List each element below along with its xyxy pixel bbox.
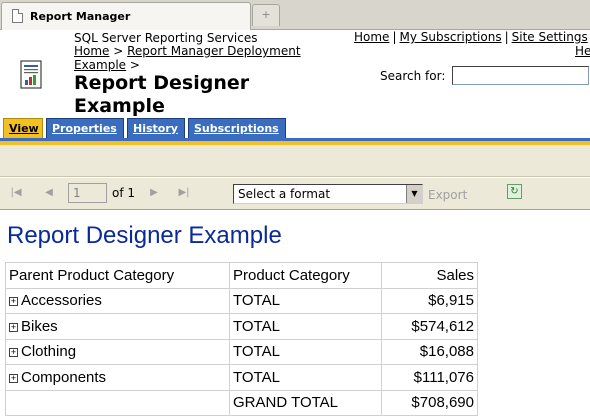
sales-cell: $6,915 xyxy=(381,287,478,314)
table-row: + Accessories TOTAL $6,915 xyxy=(5,287,478,314)
product-category-cell: TOTAL xyxy=(229,313,382,340)
column-header: Product Category xyxy=(229,262,382,289)
grand-total-label: GRAND TOTAL xyxy=(229,389,382,416)
tab-properties[interactable]: Properties xyxy=(46,118,124,138)
new-tab-icon: + xyxy=(261,8,271,21)
parameter-area xyxy=(0,145,590,177)
expand-icon[interactable]: + xyxy=(9,348,18,358)
product-name: SQL Server Reporting Services xyxy=(74,31,258,45)
first-page-icon[interactable]: |◀ xyxy=(10,187,22,199)
parent-category-label: Components xyxy=(21,368,107,386)
next-page-icon[interactable]: ▶ xyxy=(148,187,160,199)
parent-category-cell: + Clothing xyxy=(5,338,230,365)
table-row: + Clothing TOTAL $16,088 xyxy=(5,338,478,365)
tab-history[interactable]: History xyxy=(127,118,185,138)
expand-icon[interactable]: + xyxy=(9,373,18,383)
refresh-icon[interactable]: ↻ xyxy=(507,184,522,199)
grand-total-value: $708,690 xyxy=(381,389,478,416)
parent-category-label: Accessories xyxy=(21,292,102,310)
breadcrumb-separator: > xyxy=(109,44,128,58)
product-category-cell: TOTAL xyxy=(229,287,382,314)
parent-category-label: Bikes xyxy=(21,317,58,335)
previous-page-icon[interactable]: ◀ xyxy=(43,187,55,199)
empty-cell xyxy=(5,389,230,416)
page-number-input[interactable]: 1 xyxy=(68,183,107,203)
column-header: Sales xyxy=(381,262,478,289)
tab-subscriptions[interactable]: Subscriptions xyxy=(188,118,286,138)
link-separator: | xyxy=(504,30,509,44)
export-format-select[interactable]: Select a format ▼ xyxy=(233,184,423,204)
table-row: + Components TOTAL $111,076 xyxy=(5,364,478,391)
expand-icon[interactable]: + xyxy=(9,297,18,307)
report-tabs: View Properties History Subscriptions xyxy=(0,118,590,138)
page-title: Report Designer Example xyxy=(74,72,250,117)
page-count-label: of 1 xyxy=(112,186,136,200)
report-manager-header: SQL Server Reporting Services Home > Rep… xyxy=(0,30,590,118)
breadcrumb-separator: > xyxy=(126,58,140,72)
sales-cell: $16,088 xyxy=(381,338,478,365)
table-header-row: Parent Product Category Product Category… xyxy=(5,262,478,289)
browser-tab-title: Report Manager xyxy=(30,10,131,23)
global-links: Home | My Subscriptions | Site Settings xyxy=(354,30,588,44)
last-page-icon[interactable]: ▶| xyxy=(178,187,190,199)
help-link[interactable]: He xyxy=(575,44,590,58)
export-format-value: Select a format xyxy=(238,187,331,201)
search-label: Search for: xyxy=(380,69,446,83)
chevron-down-icon: ▼ xyxy=(406,185,422,203)
grand-total-row: GRAND TOTAL $708,690 xyxy=(5,389,478,416)
link-separator: | xyxy=(392,30,397,44)
parent-category-cell: + Accessories xyxy=(5,287,230,314)
home-link[interactable]: Home xyxy=(354,30,389,44)
document-icon xyxy=(12,9,23,23)
report-table: Parent Product Category Product Category… xyxy=(5,262,478,416)
report-title: Report Designer Example xyxy=(7,222,282,249)
parent-category-label: Clothing xyxy=(21,343,77,361)
report-icon xyxy=(20,60,42,89)
parent-category-cell: + Bikes xyxy=(5,313,230,340)
report-toolbar: |◀ ◀ 1 of 1 ▶ ▶| Select a format ▼ Expor… xyxy=(0,178,590,210)
breadcrumb: Home > Report Manager Deployment Example… xyxy=(74,44,324,72)
browser-tabstrip: Report Manager + xyxy=(0,0,590,30)
my-subscriptions-link[interactable]: My Subscriptions xyxy=(399,30,501,44)
expand-icon[interactable]: + xyxy=(9,322,18,332)
site-settings-link[interactable]: Site Settings xyxy=(512,30,588,44)
column-header: Parent Product Category xyxy=(5,262,230,289)
sales-cell: $111,076 xyxy=(381,364,478,391)
tab-view[interactable]: View xyxy=(3,118,43,138)
product-category-cell: TOTAL xyxy=(229,338,382,365)
breadcrumb-home-link[interactable]: Home xyxy=(74,44,109,58)
product-category-cell: TOTAL xyxy=(229,364,382,391)
sales-cell: $574,612 xyxy=(381,313,478,340)
new-tab-button[interactable]: + xyxy=(252,4,280,26)
search-input[interactable] xyxy=(452,66,589,85)
export-link[interactable]: Export xyxy=(428,188,467,202)
parent-category-cell: + Components xyxy=(5,364,230,391)
browser-tab[interactable]: Report Manager xyxy=(1,2,251,30)
table-row: + Bikes TOTAL $574,612 xyxy=(5,313,478,340)
